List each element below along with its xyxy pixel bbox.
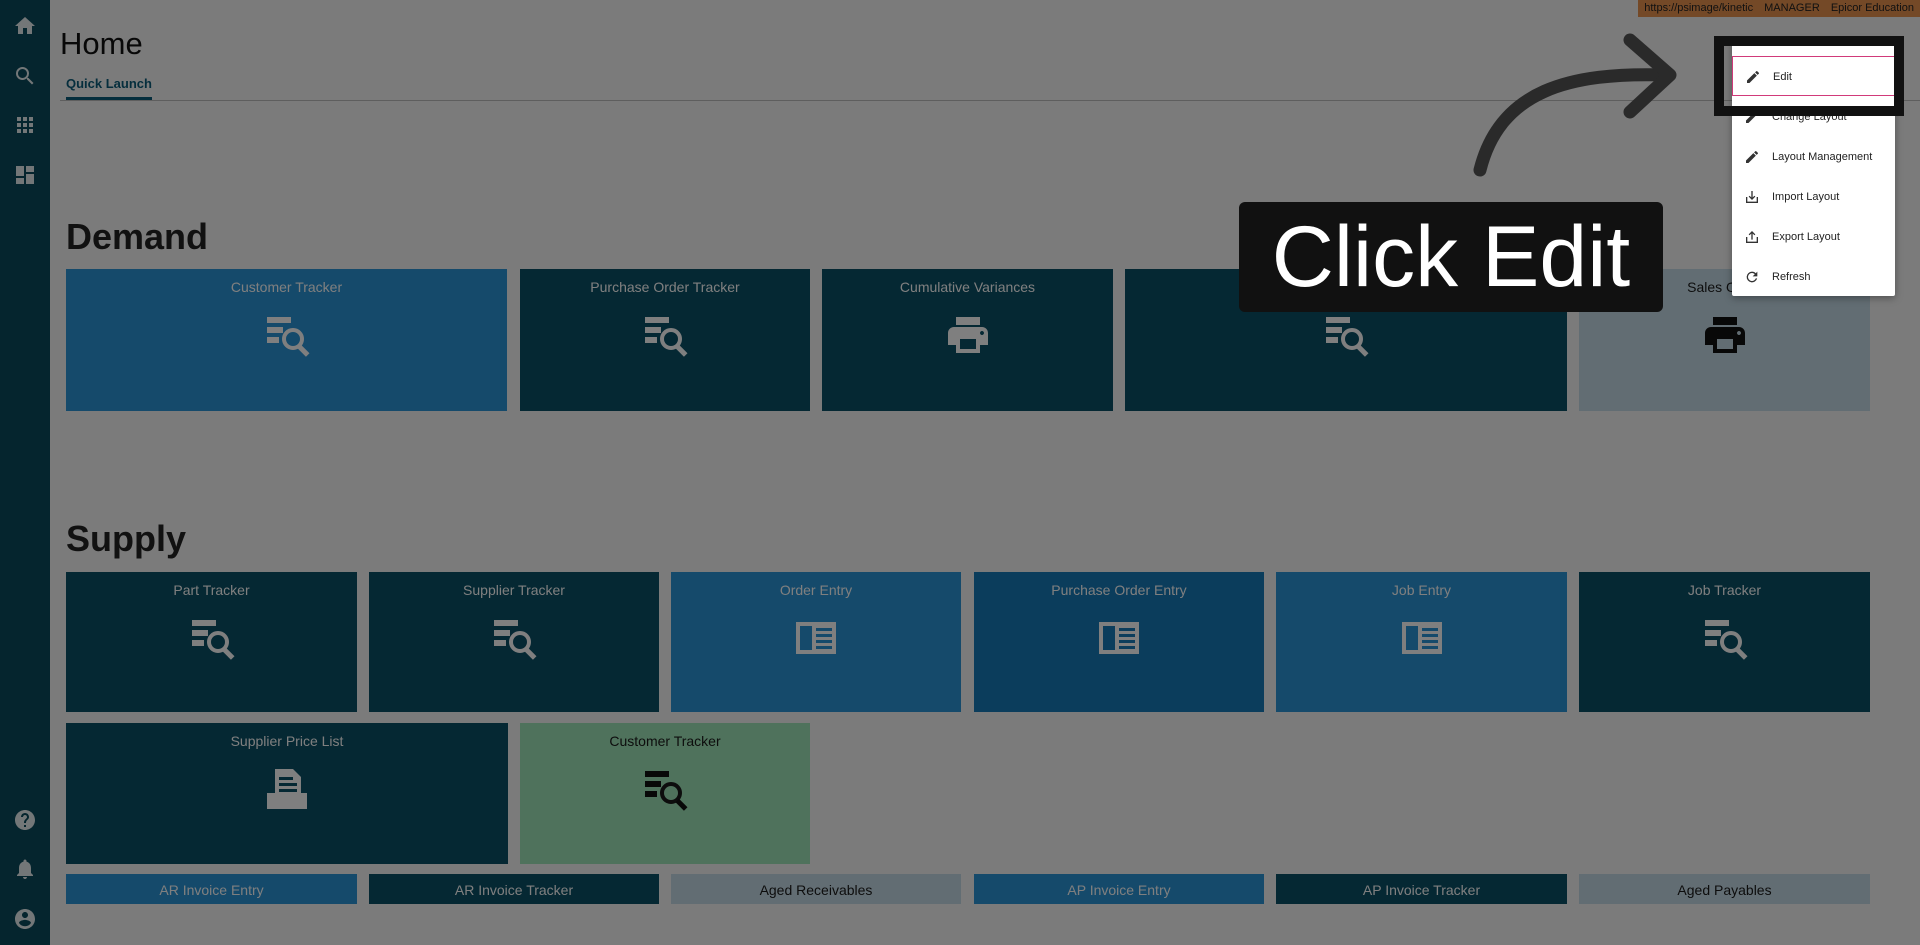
menu-item-import-layout[interactable]: Import Layout xyxy=(1732,177,1895,217)
menu-item-layout-management[interactable]: Layout Management xyxy=(1732,137,1895,177)
instruction-callout: Click Edit xyxy=(1239,202,1663,312)
pencil-icon xyxy=(1744,149,1760,165)
menu-item-label: Layout Management xyxy=(1772,151,1873,163)
upload-icon xyxy=(1744,229,1760,245)
menu-item-label: Refresh xyxy=(1772,271,1811,283)
menu-item-export-layout[interactable]: Export Layout xyxy=(1732,217,1895,257)
menu-item-label: Export Layout xyxy=(1772,231,1840,243)
menu-item-refresh[interactable]: Refresh xyxy=(1732,257,1895,297)
pointer-arrow-icon xyxy=(1473,33,1677,177)
refresh-icon xyxy=(1744,269,1760,285)
download-icon xyxy=(1744,189,1760,205)
menu-item-label: Import Layout xyxy=(1772,191,1840,203)
focus-highlight-box xyxy=(1714,36,1904,116)
